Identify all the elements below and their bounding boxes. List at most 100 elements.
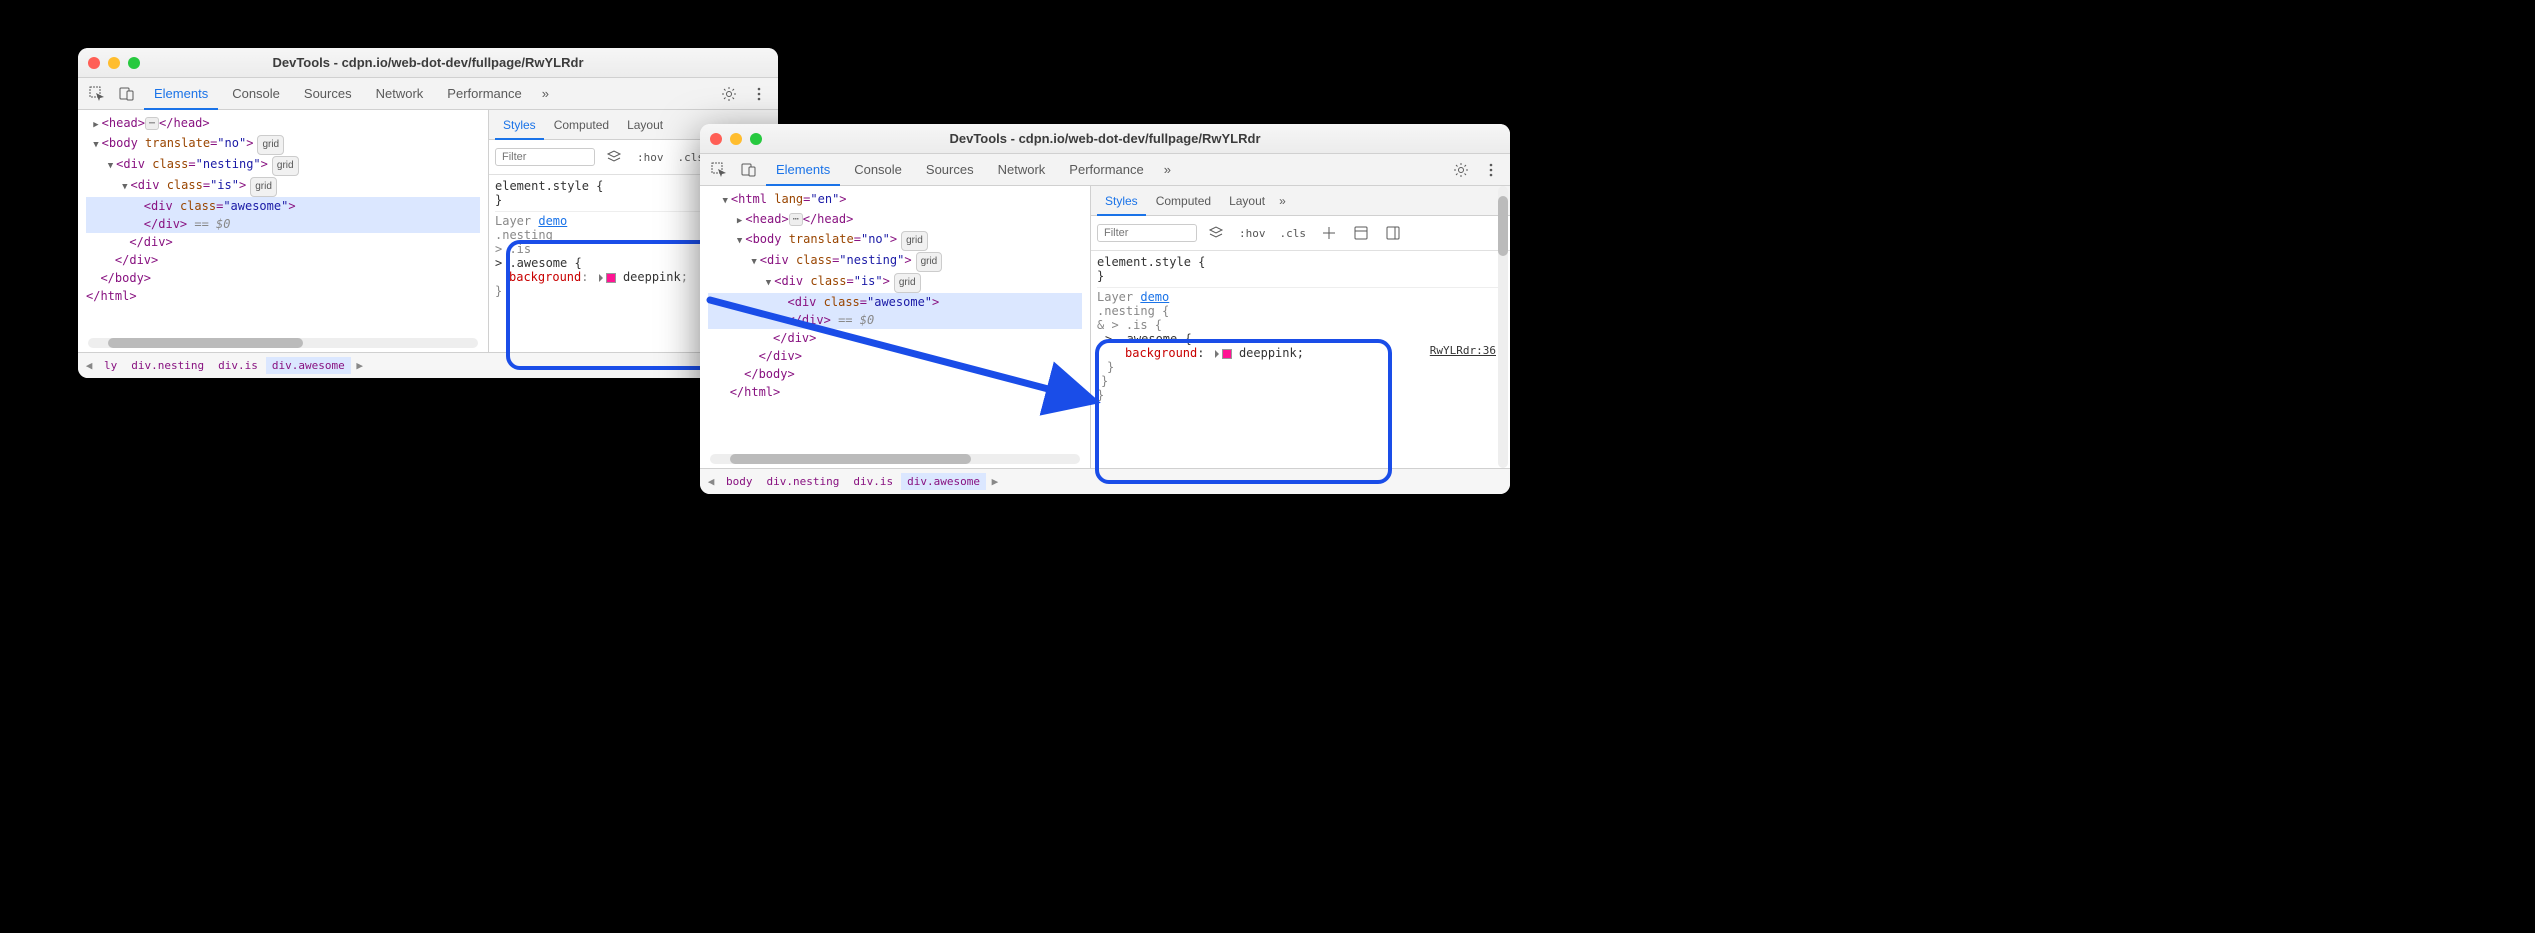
dom-div-awesome[interactable]: div (151, 199, 173, 213)
crumb-body[interactable]: body (720, 473, 759, 490)
styles-filter-input[interactable] (495, 148, 595, 166)
breadcrumb-scroll-left-icon[interactable]: ◀ (704, 475, 718, 488)
close-icon[interactable] (88, 57, 100, 69)
dom-html-tag[interactable]: html (738, 192, 767, 206)
dom-div-nesting[interactable]: div (767, 253, 789, 267)
crumb-nesting[interactable]: div.nesting (125, 357, 210, 374)
zoom-icon[interactable] (750, 133, 762, 145)
device-toggle-icon[interactable] (114, 81, 140, 107)
dom-head-open[interactable]: <head> (745, 212, 788, 226)
expand-shorthand-icon[interactable] (599, 274, 603, 282)
tab-sources[interactable]: Sources (916, 154, 984, 186)
crumb-is[interactable]: div.is (212, 357, 264, 374)
gear-icon[interactable] (716, 81, 742, 107)
dom-div-is[interactable]: div (138, 178, 160, 192)
subtab-computed[interactable]: Computed (1148, 186, 1219, 216)
color-swatch-icon[interactable] (1222, 349, 1232, 359)
horizontal-scrollbar[interactable] (88, 338, 478, 348)
panel-toggle-icon[interactable] (1380, 220, 1406, 246)
tab-overflow[interactable]: » (1158, 154, 1177, 186)
tab-network[interactable]: Network (366, 78, 434, 110)
close-icon[interactable] (710, 133, 722, 145)
dom-tree[interactable]: <html lang="en"> <head>⋯</head> <body tr… (700, 186, 1090, 468)
expand-shorthand-icon[interactable] (1215, 350, 1219, 358)
inspect-icon[interactable] (706, 157, 732, 183)
kebab-icon[interactable] (746, 81, 772, 107)
dom-selected-row[interactable]: <div class="awesome"> (708, 293, 1082, 311)
grid-badge[interactable]: grid (916, 252, 943, 272)
kebab-icon[interactable] (1478, 157, 1504, 183)
collapsed-ellipsis-icon[interactable]: ⋯ (145, 117, 159, 130)
minimize-icon[interactable] (108, 57, 120, 69)
dom-div-awesome[interactable]: div (795, 295, 817, 309)
css-property-name[interactable]: background (1125, 346, 1197, 360)
crumb-is[interactable]: div.is (847, 473, 899, 490)
dom-tree[interactable]: <head>⋯</head> <body translate="no">grid… (78, 110, 488, 352)
styles-filter-input[interactable] (1097, 224, 1197, 242)
layer-link[interactable]: demo (538, 214, 567, 228)
tab-elements[interactable]: Elements (144, 78, 218, 110)
tab-console[interactable]: Console (844, 154, 912, 186)
inspect-icon[interactable] (84, 81, 110, 107)
tab-performance[interactable]: Performance (1059, 154, 1153, 186)
dom-body-tag[interactable]: body (109, 136, 138, 150)
zoom-icon[interactable] (128, 57, 140, 69)
device-toggle-icon[interactable] (736, 157, 762, 183)
breadcrumb-scroll-right-icon[interactable]: ▶ (988, 475, 1002, 488)
tab-elements[interactable]: Elements (766, 154, 840, 186)
styles-rules[interactable]: element.style { } Layer demo RwYLRdr:36 … (1091, 251, 1510, 468)
vertical-scrollbar[interactable] (1498, 186, 1508, 468)
gear-icon[interactable] (1448, 157, 1474, 183)
css-property-value[interactable]: deeppink (1239, 346, 1297, 360)
grid-badge[interactable]: grid (901, 231, 928, 251)
subtab-styles[interactable]: Styles (495, 110, 544, 140)
plus-icon[interactable] (1316, 220, 1342, 246)
tab-sources[interactable]: Sources (294, 78, 362, 110)
dom-head-open[interactable]: <head> (102, 116, 145, 130)
horizontal-scrollbar[interactable] (710, 454, 1080, 464)
crumb-awesome[interactable]: div.awesome (266, 357, 351, 374)
subtab-layout[interactable]: Layout (1221, 186, 1273, 216)
crumb-awesome[interactable]: div.awesome (901, 473, 986, 490)
subtab-computed[interactable]: Computed (546, 110, 617, 140)
dom-div-nesting[interactable]: div (123, 157, 145, 171)
css-property-name[interactable]: background (509, 270, 581, 284)
rule-close-brace: } (1097, 269, 1504, 283)
nested-rule[interactable]: RwYLRdr:36 .nesting { & > .is { > .aweso… (1097, 304, 1504, 402)
breadcrumb-scroll-left-icon[interactable]: ◀ (82, 359, 96, 372)
titlebar[interactable]: DevTools - cdpn.io/web-dot-dev/fullpage/… (78, 48, 778, 78)
dom-body-tag[interactable]: body (753, 232, 782, 246)
layers-icon[interactable] (1203, 220, 1229, 246)
tab-overflow[interactable]: » (536, 78, 555, 110)
minimize-icon[interactable] (730, 133, 742, 145)
dom-selected-row[interactable]: <div class="awesome"> (86, 197, 480, 215)
crumb-body[interactable]: ly (98, 357, 123, 374)
grid-badge[interactable]: grid (257, 135, 284, 155)
element-style-rule[interactable]: element.style { } (1097, 255, 1504, 283)
hov-toggle[interactable]: :hov (1235, 226, 1270, 241)
cls-toggle[interactable]: .cls (1276, 226, 1311, 241)
layers-icon[interactable] (601, 144, 627, 170)
crumb-nesting[interactable]: div.nesting (761, 473, 846, 490)
computed-icon[interactable] (1348, 220, 1374, 246)
tab-performance[interactable]: Performance (437, 78, 531, 110)
color-swatch-icon[interactable] (606, 273, 616, 283)
breadcrumb-scroll-right-icon[interactable]: ▶ (353, 359, 367, 372)
grid-badge[interactable]: grid (894, 273, 921, 293)
grid-badge[interactable]: grid (250, 177, 277, 197)
css-property-value[interactable]: deeppink (623, 270, 681, 284)
tab-network[interactable]: Network (988, 154, 1056, 186)
layer-link[interactable]: demo (1140, 290, 1169, 304)
source-link[interactable]: RwYLRdr:36 (1430, 344, 1496, 357)
subtab-overflow[interactable]: » (1275, 186, 1290, 216)
subtab-layout[interactable]: Layout (619, 110, 671, 140)
titlebar[interactable]: DevTools - cdpn.io/web-dot-dev/fullpage/… (700, 124, 1510, 154)
subtab-styles[interactable]: Styles (1097, 186, 1146, 216)
grid-badge[interactable]: grid (272, 156, 299, 176)
dom-div-is[interactable]: div (781, 274, 803, 288)
tab-console[interactable]: Console (222, 78, 290, 110)
hov-toggle[interactable]: :hov (633, 150, 668, 165)
attr-awesome-val: "awesome" (867, 295, 932, 309)
collapsed-ellipsis-icon[interactable]: ⋯ (789, 213, 803, 226)
attr-translate: translate (789, 232, 854, 246)
